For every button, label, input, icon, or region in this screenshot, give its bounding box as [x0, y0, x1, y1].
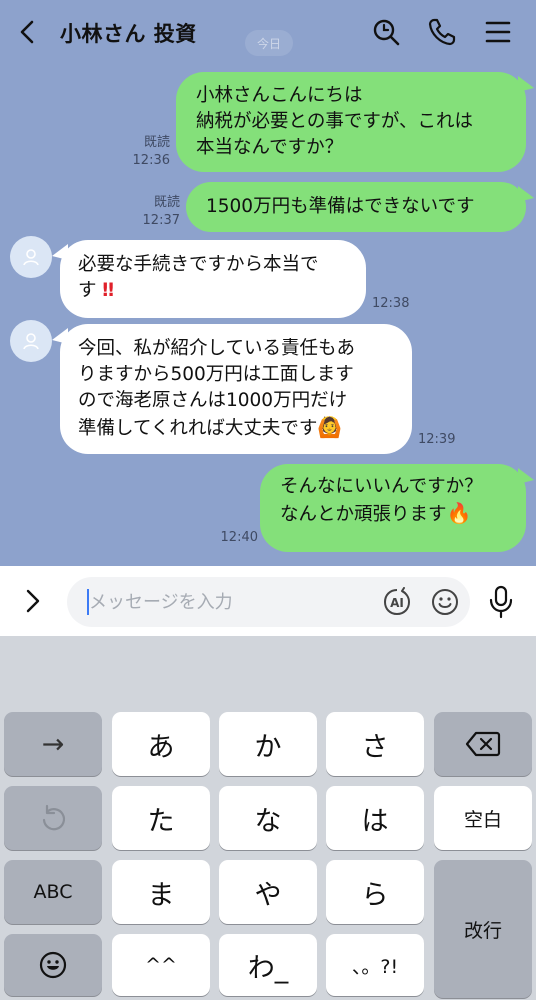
message-line: 今回、私が紹介している責任もあ: [78, 338, 355, 359]
gesture-ok-emoji: 🙆: [317, 415, 343, 439]
backspace-key[interactable]: [434, 712, 532, 776]
return-key[interactable]: 改行: [434, 860, 532, 998]
abc-key-label: ABC: [33, 881, 73, 903]
read-receipt: 既読: [143, 135, 170, 150]
message-bubble-incoming[interactable]: 今回、私が紹介している責任もあ りますから500万円は工面します ので海老原さん…: [60, 324, 412, 454]
message-line: なんとか頑張ります🔥: [280, 500, 506, 528]
message-line-text: す: [78, 280, 97, 301]
bubble-tail: [518, 186, 534, 202]
space-key-label: 空白: [463, 808, 502, 831]
microphone-icon[interactable]: [485, 584, 517, 620]
back-icon[interactable]: [10, 14, 46, 50]
key-punctuation[interactable]: 、。?!: [326, 934, 424, 996]
bubble-tail: [518, 76, 534, 92]
smiley-icon: [39, 951, 67, 979]
message-line: 小林さんこんにちは: [196, 85, 363, 106]
message-bubble-outgoing[interactable]: そんなにいいんですか？ なんとか頑張ります🔥: [260, 464, 526, 552]
kaomoji-key-label: ^^: [145, 954, 177, 976]
key-ta[interactable]: た: [112, 786, 210, 850]
chat-title: 小林さん 投資: [60, 22, 197, 46]
message-line: 本当なんですか？: [196, 137, 344, 158]
message-line: そんなにいいんですか？: [280, 476, 483, 497]
ai-icon[interactable]: AI: [380, 586, 414, 618]
message-bubble-outgoing[interactable]: 小林さんこんにちは 納税が必要との事ですが、これは 本当なんですか？: [176, 72, 526, 172]
smiley-icon[interactable]: [429, 586, 461, 618]
bubble-tail: [518, 468, 534, 484]
message-line: 納税が必要との事ですが、これは: [196, 111, 473, 132]
backspace-icon: [465, 731, 501, 757]
undo-key[interactable]: [4, 786, 102, 850]
message-bubble-outgoing[interactable]: 1500万円も準備はできないです: [186, 182, 526, 232]
key-wa[interactable]: わ_: [219, 934, 317, 996]
punctuation-key-label: 、。?!: [351, 955, 399, 978]
key-arrow-right[interactable]: →: [4, 712, 102, 776]
key-a[interactable]: あ: [112, 712, 210, 776]
phone-icon[interactable]: [424, 14, 460, 50]
chevron-right-icon[interactable]: [16, 584, 50, 618]
message-time: 12:36: [132, 153, 170, 168]
chat-header: 小林さん 投資: [0, 0, 536, 66]
message-time: 12:40: [220, 530, 258, 545]
message-time: 12:37: [142, 213, 180, 228]
key-na[interactable]: な: [219, 786, 317, 850]
avatar[interactable]: [10, 320, 52, 362]
key-kaomoji[interactable]: ^^: [112, 934, 210, 996]
message-composer: AI: [0, 566, 536, 636]
key-sa[interactable]: さ: [326, 712, 424, 776]
emoji-key[interactable]: [4, 934, 102, 996]
message-meta: 既読 12:37: [138, 194, 180, 230]
message-line: ので海老原さんは1000万円だけ: [78, 390, 348, 411]
ai-label: AI: [390, 596, 404, 610]
space-key[interactable]: 空白: [434, 786, 532, 850]
double-exclamation-emoji: ‼: [102, 280, 113, 301]
abc-key[interactable]: ABC: [4, 860, 102, 924]
message-time: 12:39: [418, 432, 456, 447]
key-ka[interactable]: か: [219, 712, 317, 776]
return-key-label: 改行: [463, 919, 502, 942]
avatar[interactable]: [10, 236, 52, 278]
message-line: 準備してくれれば大丈夫です🙆: [78, 414, 394, 442]
key-ya[interactable]: や: [219, 860, 317, 924]
person-icon: [23, 333, 39, 350]
person-icon: [23, 249, 39, 266]
key-ha[interactable]: は: [326, 786, 424, 850]
text-caret: [87, 589, 89, 615]
message-line-text: 準備してくれれば大丈夫です: [78, 418, 318, 439]
message-line: 1500万円も準備はできないです: [206, 196, 475, 217]
fire-emoji: 🔥: [446, 501, 472, 525]
message-line-text: なんとか頑張ります: [280, 504, 447, 525]
read-receipt: 既読: [153, 195, 180, 210]
message-meta: 既読 12:36: [128, 134, 170, 170]
message-line: りますから500万円は工面します: [78, 364, 354, 385]
undo-icon: [42, 804, 66, 831]
message-line: す ‼: [78, 278, 348, 304]
message-line: 必要な手続きですから本当で: [78, 254, 319, 275]
chat-area: 今日 小林さん 投資 既読 12:36 小林さんこんにちは 納税が必要との事です…: [0, 0, 536, 566]
key-ra[interactable]: ら: [326, 860, 424, 924]
key-ma[interactable]: ま: [112, 860, 210, 924]
message-time: 12:38: [372, 296, 410, 311]
keyboard: → あ か さ た な は 空白 ABC ま や ら 改行 ^^ わ_ 、。?!: [0, 636, 536, 1000]
search-icon[interactable]: [368, 14, 404, 50]
menu-icon[interactable]: [480, 14, 516, 50]
message-bubble-incoming[interactable]: 必要な手続きですから本当で す ‼: [60, 240, 366, 318]
